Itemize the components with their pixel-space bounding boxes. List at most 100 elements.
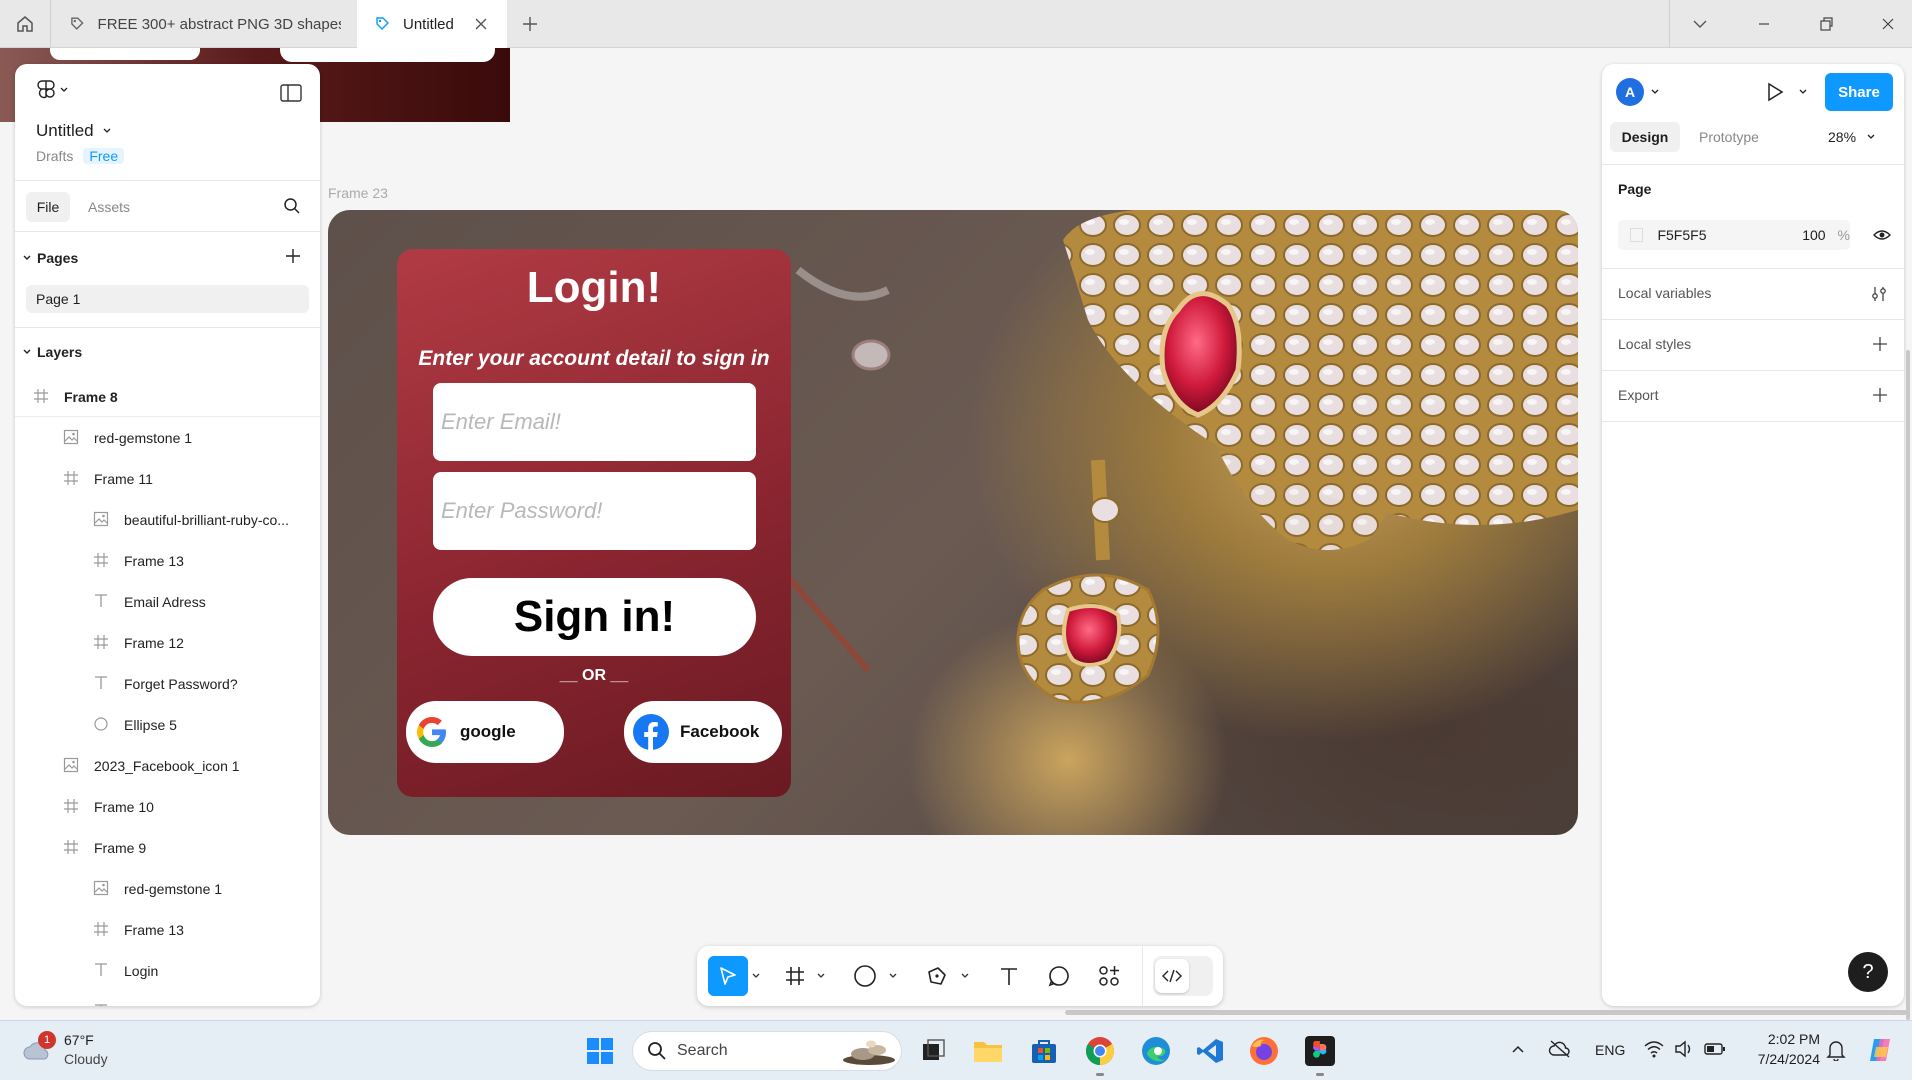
show-hidden-icons-button[interactable] bbox=[1510, 1041, 1526, 1057]
tab-assets[interactable]: Assets bbox=[88, 192, 130, 222]
shape-tool-menu[interactable] bbox=[887, 956, 899, 996]
comment-tool[interactable] bbox=[1041, 956, 1077, 996]
plan-badge[interactable]: Free bbox=[83, 148, 125, 164]
dev-mode-toggle[interactable] bbox=[1153, 956, 1213, 996]
actions-tool[interactable] bbox=[1091, 956, 1127, 996]
layer-item[interactable]: red-gemstone 1 bbox=[15, 418, 320, 458]
page-color-value[interactable]: F5F5F5 bbox=[1657, 227, 1772, 243]
pen-tool[interactable] bbox=[919, 956, 955, 996]
layer-item[interactable]: Frame 11 bbox=[15, 459, 320, 499]
layer-item[interactable]: Email Adress bbox=[15, 582, 320, 622]
frame-icon bbox=[93, 921, 111, 939]
layer-item[interactable]: Frame 13 bbox=[15, 910, 320, 950]
drafts-link[interactable]: Drafts bbox=[36, 148, 73, 164]
frame-label[interactable]: Frame 23 bbox=[328, 185, 388, 201]
share-button[interactable]: Share bbox=[1825, 73, 1893, 111]
user-menu[interactable]: A bbox=[1616, 78, 1660, 106]
layer-item[interactable]: Frame 10 bbox=[15, 787, 320, 827]
code-icon bbox=[1162, 969, 1182, 983]
copilot-icon bbox=[1870, 1039, 1890, 1061]
task-view-app[interactable] bbox=[916, 1033, 952, 1069]
copilot-button[interactable] bbox=[1866, 1035, 1896, 1065]
layer-item[interactable]: Forget Password? bbox=[15, 664, 320, 704]
onedrive-tray[interactable] bbox=[1548, 1039, 1572, 1059]
page-color-field[interactable]: F5F5F5 100 % bbox=[1618, 220, 1850, 250]
local-styles-section[interactable]: Local styles bbox=[1618, 336, 1888, 352]
home-button[interactable] bbox=[10, 10, 40, 38]
toggle-visibility-button[interactable] bbox=[1872, 225, 1892, 245]
move-tool-menu[interactable] bbox=[750, 956, 762, 996]
frame-tool[interactable] bbox=[777, 956, 813, 996]
notifications-button[interactable] bbox=[1826, 1039, 1846, 1061]
export-section[interactable]: Export bbox=[1618, 387, 1888, 403]
browser-tab-active[interactable]: Untitled bbox=[357, 0, 507, 48]
layer-item[interactable]: Already have account? bbox=[15, 992, 320, 1006]
chrome-app[interactable] bbox=[1082, 1033, 1118, 1076]
taskbar-search[interactable]: Search bbox=[632, 1031, 902, 1071]
file-name: Untitled bbox=[36, 121, 94, 140]
horizontal-scrollbar[interactable] bbox=[1065, 1010, 1910, 1015]
restore-button[interactable] bbox=[1816, 14, 1836, 34]
sign-in-button[interactable]: Sign in! bbox=[433, 578, 756, 656]
minimize-button[interactable] bbox=[1754, 14, 1774, 34]
facebook-button[interactable]: Facebook bbox=[624, 701, 782, 763]
login-card[interactable]: Login! Enter your account detail to sign… bbox=[397, 249, 791, 797]
windows-taskbar: 1 67°F Cloudy Search ENG 2:02 PM 7/24/20… bbox=[0, 1020, 1912, 1080]
pen-tool-menu[interactable] bbox=[959, 956, 971, 996]
layer-item[interactable]: red-gemstone 1 bbox=[15, 869, 320, 909]
store-app[interactable] bbox=[1026, 1033, 1062, 1069]
text-tool[interactable] bbox=[991, 956, 1027, 996]
frame-23[interactable]: Login! Enter your account detail to sign… bbox=[328, 210, 1578, 835]
tab-list-button[interactable] bbox=[1690, 14, 1710, 34]
page-opacity-value[interactable]: 100 bbox=[1802, 227, 1825, 243]
add-page-button[interactable] bbox=[285, 248, 301, 264]
new-tab-button[interactable] bbox=[518, 12, 542, 36]
password-field[interactable]: Enter Password! bbox=[433, 472, 756, 550]
page-item[interactable]: Page 1 bbox=[26, 285, 309, 313]
local-variables-section[interactable]: Local variables bbox=[1618, 285, 1888, 303]
vscode-app[interactable] bbox=[1192, 1033, 1228, 1069]
tab-prototype[interactable]: Prototype bbox=[1699, 122, 1759, 152]
search-layers-button[interactable] bbox=[283, 197, 301, 215]
firefox-app[interactable] bbox=[1246, 1033, 1282, 1069]
tab-design[interactable]: Design bbox=[1610, 122, 1680, 152]
help-button[interactable]: ? bbox=[1848, 952, 1888, 992]
figma-app[interactable] bbox=[1302, 1033, 1338, 1076]
network-volume-battery[interactable] bbox=[1644, 1040, 1726, 1058]
shape-tool[interactable] bbox=[847, 956, 883, 996]
pages-section-header[interactable]: Pages bbox=[15, 238, 320, 278]
layer-item[interactable]: 2023_Facebook_icon 1 bbox=[15, 746, 320, 786]
chevron-down-icon bbox=[961, 973, 969, 978]
start-button[interactable] bbox=[582, 1033, 618, 1069]
layer-item[interactable]: Frame 8 bbox=[15, 377, 320, 417]
layers-section-header[interactable]: Layers bbox=[15, 332, 320, 372]
present-button[interactable] bbox=[1766, 82, 1808, 102]
layer-item[interactable]: Login bbox=[15, 951, 320, 991]
main-menu-button[interactable] bbox=[37, 80, 69, 100]
move-tool[interactable] bbox=[708, 956, 748, 996]
zoom-menu[interactable]: 28% bbox=[1828, 122, 1876, 152]
layer-item[interactable]: Frame 9 bbox=[15, 828, 320, 868]
file-explorer-app[interactable] bbox=[970, 1033, 1006, 1069]
frame-tool-menu[interactable] bbox=[815, 956, 827, 996]
page-item-label: Page 1 bbox=[36, 291, 81, 307]
browser-tab-inactive[interactable]: FREE 300+ abstract PNG 3D shapes | bbox=[52, 0, 357, 48]
layer-label: Frame 11 bbox=[94, 471, 153, 487]
language-indicator[interactable]: ENG bbox=[1595, 1042, 1625, 1058]
vertical-scrollbar[interactable] bbox=[1906, 350, 1910, 1020]
weather-widget[interactable]: 1 67°F Cloudy bbox=[20, 1031, 140, 1071]
tab-file[interactable]: File bbox=[26, 192, 70, 222]
clock[interactable]: 2:02 PM 7/24/2024 bbox=[1744, 1029, 1820, 1069]
file-name-menu[interactable]: Untitled bbox=[36, 121, 112, 141]
google-button[interactable]: google bbox=[406, 701, 564, 763]
toggle-sidebar-button[interactable] bbox=[280, 84, 302, 102]
close-window-button[interactable] bbox=[1878, 14, 1898, 34]
close-tab-icon[interactable] bbox=[474, 17, 488, 31]
edge-app[interactable] bbox=[1138, 1033, 1174, 1069]
layer-item[interactable]: beautiful-brilliant-ruby-co... bbox=[15, 500, 320, 540]
email-field[interactable]: Enter Email! bbox=[433, 383, 756, 461]
color-swatch[interactable] bbox=[1630, 228, 1644, 242]
layer-item[interactable]: Ellipse 5 bbox=[15, 705, 320, 745]
layer-item[interactable]: Frame 13 bbox=[15, 541, 320, 581]
layer-item[interactable]: Frame 12 bbox=[15, 623, 320, 663]
